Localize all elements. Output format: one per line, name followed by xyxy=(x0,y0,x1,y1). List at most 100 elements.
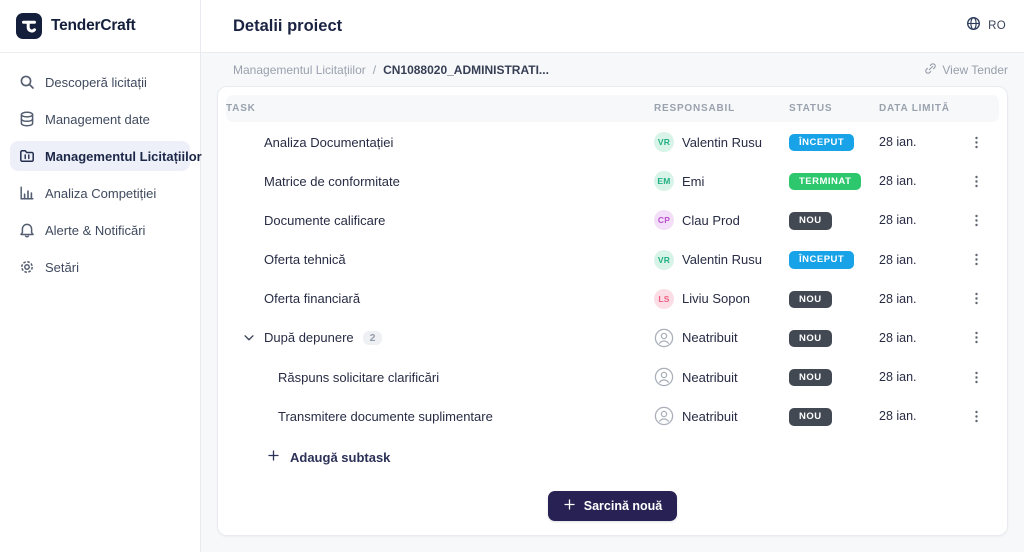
kebab-menu-icon[interactable] xyxy=(968,172,986,190)
task-name: Documente calificare xyxy=(226,213,654,228)
table-row[interactable]: Documente calificare CP Clau Prod NOU 28… xyxy=(226,201,999,240)
sidebar-item-alerte-notificari[interactable]: Alerte & Notificări xyxy=(10,215,190,245)
table-row-subtask[interactable]: Transmitere documente suplimentare Neatr… xyxy=(226,397,999,436)
unassigned-person-icon xyxy=(654,328,674,348)
plus-icon xyxy=(563,498,576,514)
breadcrumb-current: CN1088020_ADMINISTRATI... xyxy=(383,63,549,77)
bar-chart-icon xyxy=(19,185,35,201)
status-badge[interactable]: NOU xyxy=(789,212,832,230)
table-row-group[interactable]: După depunere 2 Neatribuit NOU 28 ian. xyxy=(226,318,999,357)
sidebar-item-management-date[interactable]: Management date xyxy=(10,104,190,134)
new-task-button[interactable]: Sarcină nouă xyxy=(548,491,678,521)
assignee: EM Emi xyxy=(654,171,789,191)
assignee: LS Liviu Sopon xyxy=(654,289,789,309)
avatar: LS xyxy=(654,289,674,309)
language-switcher[interactable]: RO xyxy=(966,16,1006,36)
task-name: Oferta tehnică xyxy=(226,252,654,267)
kebab-menu-icon[interactable] xyxy=(968,407,986,425)
kebab-menu-icon[interactable] xyxy=(968,211,986,229)
assignee-name: Liviu Sopon xyxy=(682,291,750,306)
kebab-menu-icon[interactable] xyxy=(968,329,986,347)
kebab-menu-icon[interactable] xyxy=(968,290,986,308)
due-date: 28 ian. xyxy=(879,292,954,306)
status-badge[interactable]: NOU xyxy=(789,408,832,426)
add-subtask-button[interactable]: Adaugă subtask xyxy=(267,449,390,465)
table-row[interactable]: Matrice de conformitate EM Emi TERMINAT … xyxy=(226,162,999,201)
status-badge[interactable]: TERMINAT xyxy=(789,173,861,191)
task-name: Matrice de conformitate xyxy=(226,174,654,189)
sidebar-item-managementul-licitatiilor[interactable]: Managementul Licitațiilor xyxy=(10,141,190,171)
gear-icon xyxy=(19,259,35,275)
new-task-label: Sarcină nouă xyxy=(584,499,663,513)
brand-name: TenderCraft xyxy=(51,17,136,35)
search-icon xyxy=(19,74,35,90)
sidebar-item-descopera-licitatii[interactable]: Descoperă licitații xyxy=(10,67,190,97)
chevron-down-icon[interactable] xyxy=(242,331,256,345)
sidebar-item-label: Setări xyxy=(45,260,79,275)
due-date: 28 ian. xyxy=(879,213,954,227)
kebab-menu-icon[interactable] xyxy=(968,368,986,386)
due-date: 28 ian. xyxy=(879,174,954,188)
avatar: VR xyxy=(654,250,674,270)
assignee-name: Neatribuit xyxy=(682,330,738,345)
assignee: Neatribuit xyxy=(654,367,789,387)
sidebar-item-label: Descoperă licitații xyxy=(45,75,147,90)
add-subtask-label: Adaugă subtask xyxy=(290,450,390,465)
due-date: 28 ian. xyxy=(879,409,954,423)
status-badge[interactable]: NOU xyxy=(789,330,832,348)
assignee-name: Valentin Rusu xyxy=(682,252,762,267)
task-group: După depunere 2 xyxy=(226,330,654,345)
globe-icon xyxy=(966,16,981,36)
assignee: VR Valentin Rusu xyxy=(654,132,789,152)
due-date: 28 ian. xyxy=(879,370,954,384)
sidebar-item-label: Managementul Licitațiilor xyxy=(45,149,202,164)
table-row[interactable]: Oferta financiară LS Liviu Sopon NOU 28 … xyxy=(226,279,999,318)
language-code: RO xyxy=(988,20,1006,32)
kebab-menu-icon[interactable] xyxy=(968,251,986,269)
table-row-subtask[interactable]: Răspuns solicitare clarificări Neatribui… xyxy=(226,358,999,397)
avatar: CP xyxy=(654,210,674,230)
sidebar: TenderCraft Descoperă licitații Manageme… xyxy=(0,0,201,552)
breadcrumb: Managementul Licitațiilor / CN1088020_AD… xyxy=(233,63,549,77)
sidebar-item-label: Management date xyxy=(45,112,150,127)
column-header-data-limita: DATA LIMITĂ xyxy=(879,103,954,114)
sidebar-item-analiza-competitiei[interactable]: Analiza Competiției xyxy=(10,178,190,208)
folder-icon xyxy=(19,148,35,164)
task-name: Oferta financiară xyxy=(226,291,654,306)
view-tender-link[interactable]: View Tender xyxy=(924,62,1008,78)
main-area: Detalii proiect RO Managementul Licitați… xyxy=(201,0,1024,552)
subtask-count-badge: 2 xyxy=(363,331,383,346)
assignee: Neatribuit xyxy=(654,328,789,348)
breadcrumb-section[interactable]: Managementul Licitațiilor xyxy=(233,63,366,77)
kebab-menu-icon[interactable] xyxy=(968,133,986,151)
table-row[interactable]: Analiza Documentației VR Valentin Rusu Î… xyxy=(226,122,999,161)
table-row[interactable]: Oferta tehnică VR Valentin Rusu ÎNCEPUT … xyxy=(226,240,999,279)
status-badge[interactable]: NOU xyxy=(789,291,832,309)
assignee: Neatribuit xyxy=(654,406,789,426)
task-name: Transmitere documente suplimentare xyxy=(226,409,654,424)
status-badge[interactable]: NOU xyxy=(789,369,832,387)
app: TenderCraft Descoperă licitații Manageme… xyxy=(0,0,1024,552)
avatar: VR xyxy=(654,132,674,152)
brand-logo: TenderCraft xyxy=(0,0,200,53)
sidebar-item-setari[interactable]: Setări xyxy=(10,252,190,282)
due-date: 28 ian. xyxy=(879,253,954,267)
view-tender-label: View Tender xyxy=(942,63,1008,77)
status-badge[interactable]: ÎNCEPUT xyxy=(789,134,854,152)
task-name: Răspuns solicitare clarificări xyxy=(226,370,654,385)
status-badge[interactable]: ÎNCEPUT xyxy=(789,251,854,269)
database-icon xyxy=(19,111,35,127)
sidebar-item-label: Analiza Competiției xyxy=(45,186,156,201)
due-date: 28 ian. xyxy=(879,135,954,149)
assignee-name: Neatribuit xyxy=(682,409,738,424)
assignee-name: Clau Prod xyxy=(682,213,740,228)
assignee-name: Neatribuit xyxy=(682,370,738,385)
table-header: TASK RESPONSABIL STATUS DATA LIMITĂ xyxy=(226,95,999,122)
assignee: VR Valentin Rusu xyxy=(654,250,789,270)
avatar: EM xyxy=(654,171,674,191)
page-title: Detalii proiect xyxy=(233,17,342,36)
column-header-status: STATUS xyxy=(789,103,879,114)
column-header-task: TASK xyxy=(226,103,654,114)
tendercraft-logo-icon xyxy=(16,13,42,39)
assignee-name: Valentin Rusu xyxy=(682,135,762,150)
